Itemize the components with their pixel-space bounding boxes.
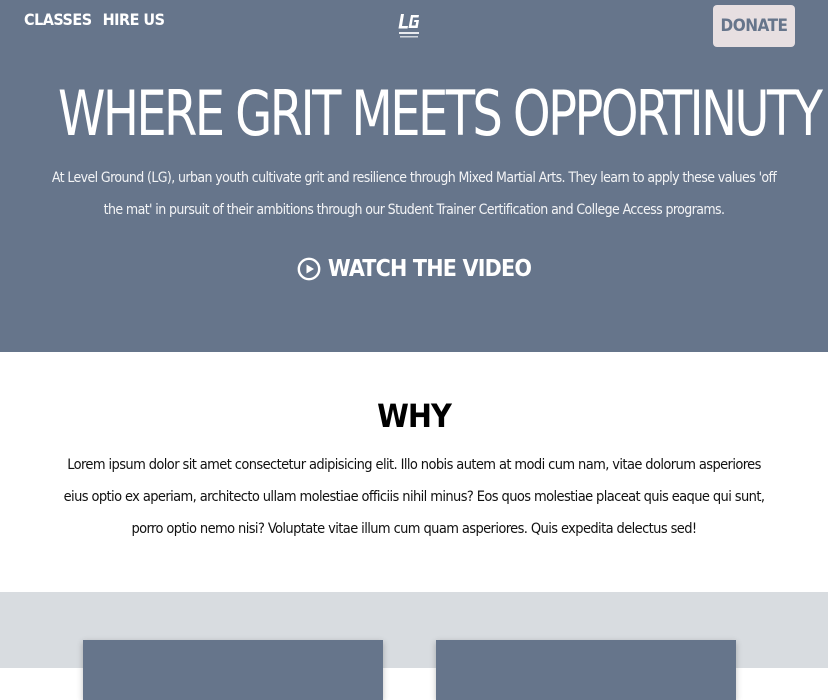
level-ground-logo[interactable] [397, 12, 421, 42]
play-circle-icon [297, 257, 321, 281]
nav-link-classes[interactable]: CLASSES [24, 10, 92, 29]
hero-title: WHERE GRIT MEETS OPPORTINUTY [57, 77, 823, 150]
donate-button[interactable]: DONATE [713, 5, 795, 47]
hero-description: At Level Ground (LG), urban youth cultiv… [51, 170, 777, 218]
hero-section: CLASSES HIRE US DONATE WHERE GRIT MEETS … [0, 0, 828, 352]
cards-section [0, 592, 828, 700]
program-card-2[interactable] [436, 640, 736, 700]
why-title: WHY [377, 397, 452, 435]
watch-video-label: WATCH THE VIDEO [327, 256, 532, 282]
program-card-1[interactable] [83, 640, 383, 700]
main-nav: CLASSES HIRE US [24, 10, 165, 29]
watch-video-link[interactable]: WATCH THE VIDEO [0, 256, 828, 282]
nav-link-hire-us[interactable]: HIRE US [103, 10, 165, 29]
why-body-text: Lorem ipsum dolor sit amet consectetur a… [63, 457, 765, 537]
why-section: WHY Lorem ipsum dolor sit amet consectet… [0, 352, 828, 592]
